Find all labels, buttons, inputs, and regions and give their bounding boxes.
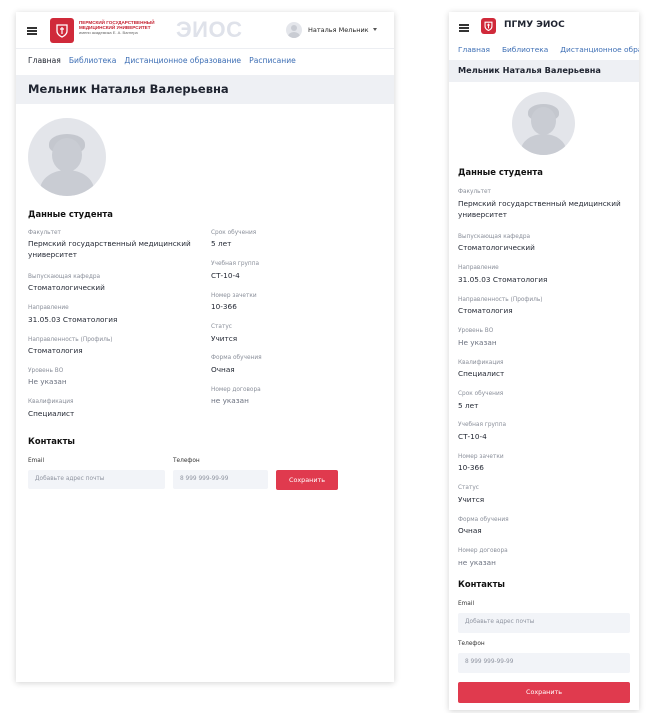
mobile-profile-view: ПГМУ ЭИОС Главная Библиотека Дистанционн…	[449, 12, 639, 710]
field-label: Номер зачетки	[458, 454, 504, 460]
nav-item-distance-learning[interactable]: Дистанционное образование	[124, 56, 241, 65]
university-subtitle: имени академика Е. А. Вагнера	[79, 30, 138, 36]
field-label: Направленность (Профиль)	[458, 297, 543, 303]
field-label: Номер договора	[458, 548, 508, 554]
desktop-profile-view: ПЕРМСКИЙ ГОСУДАРСТВЕННЫЙ МЕДИЦИНСКИЙ УНИ…	[16, 12, 394, 682]
field-value-education-level: Не указан	[458, 338, 497, 347]
field-value-department: Стоматологический	[28, 283, 105, 292]
field-label: Уровень ВО	[28, 368, 64, 374]
field-value-record-book: 10-366	[458, 463, 484, 472]
field-label: Направленность (Профиль)	[28, 337, 113, 343]
field-value-study-period: 5 лет	[458, 401, 479, 410]
nav-item-library[interactable]: Библиотека	[502, 45, 548, 54]
phone-field[interactable]: 8 999 999-99-99	[173, 470, 268, 489]
field-label: Квалификация	[458, 360, 504, 366]
nav-item-home[interactable]: Главная	[28, 56, 61, 65]
field-value-faculty: Пермский государственный медицинский уни…	[458, 199, 621, 219]
field-value-contract: не указан	[211, 396, 249, 405]
field-value-study-form: Очная	[458, 526, 482, 535]
field-label: Факультет	[28, 230, 61, 236]
chevron-down-icon[interactable]	[373, 28, 377, 31]
email-label: Email	[28, 458, 45, 464]
user-avatar[interactable]	[286, 22, 302, 38]
user-name[interactable]: Наталья Мельник	[308, 26, 369, 34]
contacts-title: Контакты	[28, 436, 76, 446]
field-label: Форма обучения	[458, 517, 509, 523]
field-label: Срок обучения	[211, 230, 257, 236]
nav-item-home[interactable]: Главная	[458, 45, 490, 54]
field-value-status: Учится	[211, 334, 238, 343]
email-field[interactable]: Добавьте адрес почты	[458, 613, 630, 633]
university-name: ПЕРМСКИЙ ГОСУДАРСТВЕННЫЙ МЕДИЦИНСКИЙ УНИ…	[79, 20, 179, 35]
field-label: Номер зачетки	[211, 293, 257, 299]
phone-placeholder: 8 999 999-99-99	[465, 659, 514, 665]
field-label: Форма обучения	[211, 355, 262, 361]
page-title-bar: Мельник Наталья Валерьевна	[16, 75, 394, 104]
phone-field[interactable]: 8 999 999-99-99	[458, 653, 630, 673]
profile-avatar	[28, 118, 106, 196]
field-label: Квалификация	[28, 399, 74, 405]
student-data-title: Данные студента	[28, 209, 113, 219]
field-label: Учебная группа	[211, 261, 260, 267]
field-label: Срок обучения	[458, 391, 504, 397]
brand-title[interactable]: ПГМУ ЭИОС	[504, 20, 565, 30]
page-title-bar: Мельник Наталья Валерьевна	[449, 60, 639, 82]
phone-label: Телефон	[173, 458, 200, 464]
system-name: ЭИОС	[176, 17, 243, 42]
phone-label: Телефон	[458, 641, 485, 647]
email-field[interactable]: Добавьте адрес почты	[28, 470, 165, 489]
student-data-title: Данные студента	[458, 167, 543, 177]
nav-item-schedule[interactable]: Расписание	[249, 56, 296, 65]
field-value-direction: 31.05.03 Стоматология	[458, 275, 548, 284]
field-label: Номер договора	[211, 387, 261, 393]
field-label: Факультет	[458, 189, 491, 195]
university-logo[interactable]	[481, 18, 496, 34]
main-nav: Главная Библиотека Дистанционное образов…	[458, 45, 639, 54]
university-logo[interactable]	[50, 18, 74, 43]
field-value-faculty: Пермский государственный медицинский уни…	[28, 239, 191, 259]
nav-item-distance-learning[interactable]: Дистанционное образование	[560, 45, 639, 54]
page-title: Мельник Наталья Валерьевна	[458, 65, 601, 75]
field-value-qualification: Специалист	[458, 369, 505, 378]
field-label: Направление	[458, 265, 499, 271]
field-value-profile: Стоматология	[28, 346, 83, 355]
field-label: Направление	[28, 305, 69, 311]
contacts-title: Контакты	[458, 579, 506, 589]
field-value-record-book: 10-366	[211, 302, 237, 311]
field-value-contract: не указан	[458, 558, 496, 567]
field-label: Учебная группа	[458, 422, 507, 428]
nav-item-library[interactable]: Библиотека	[69, 56, 117, 65]
field-value-qualification: Специалист	[28, 409, 75, 418]
header: ПЕРМСКИЙ ГОСУДАРСТВЕННЫЙ МЕДИЦИНСКИЙ УНИ…	[16, 12, 394, 49]
phone-placeholder: 8 999 999-99-99	[180, 476, 229, 482]
field-value-group: СТ-10-4	[458, 432, 487, 441]
field-value-department: Стоматологический	[458, 243, 535, 252]
menu-icon[interactable]	[459, 24, 469, 32]
field-value-direction: 31.05.03 Стоматология	[28, 315, 118, 324]
field-value-group: СТ-10-4	[211, 271, 240, 280]
email-placeholder: Добавьте адрес почты	[465, 619, 535, 625]
main-nav: Главная Библиотека Дистанционное образов…	[28, 56, 304, 65]
profile-avatar	[512, 92, 575, 155]
field-label: Статус	[211, 324, 232, 330]
save-button[interactable]: Сохранить	[458, 682, 630, 703]
email-label: Email	[458, 601, 475, 607]
field-value-status: Учится	[458, 495, 485, 504]
save-button[interactable]: Сохранить	[276, 470, 338, 490]
field-label: Выпускающая кафедра	[458, 234, 531, 240]
field-label: Выпускающая кафедра	[28, 274, 101, 280]
field-value-study-period: 5 лет	[211, 239, 232, 248]
menu-icon[interactable]	[27, 27, 37, 35]
field-value-education-level: Не указан	[28, 377, 67, 386]
page-title: Мельник Наталья Валерьевна	[28, 82, 229, 96]
email-placeholder: Добавьте адрес почты	[35, 476, 105, 482]
field-value-study-form: Очная	[211, 365, 235, 374]
field-label: Статус	[458, 485, 479, 491]
field-value-profile: Стоматология	[458, 306, 513, 315]
field-label: Уровень ВО	[458, 328, 494, 334]
